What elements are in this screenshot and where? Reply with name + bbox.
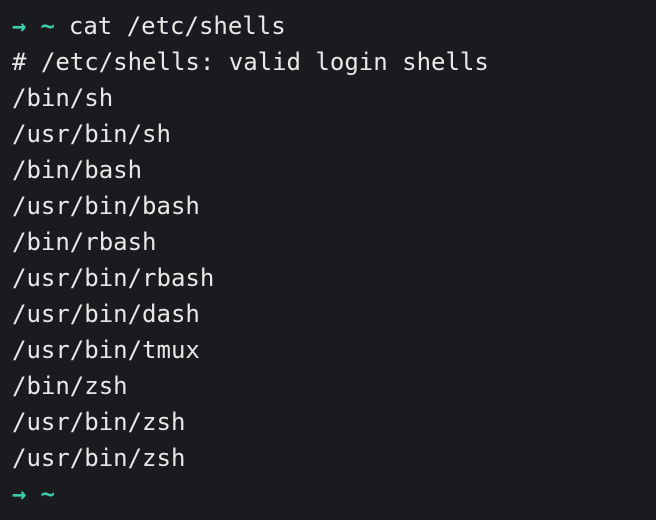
output-line: /bin/sh <box>12 80 644 116</box>
command-text: cat /etc/shells <box>69 8 286 44</box>
output-line: /bin/rbash <box>12 224 644 260</box>
prompt-line-2[interactable]: → ~ <box>12 476 644 512</box>
output-line: /usr/bin/zsh <box>12 440 644 476</box>
prompt-line-1[interactable]: → ~ cat /etc/shells <box>12 8 644 44</box>
output-line: /usr/bin/tmux <box>12 332 644 368</box>
output-line: /bin/bash <box>12 152 644 188</box>
output-line: /usr/bin/rbash <box>12 260 644 296</box>
output-line: /usr/bin/sh <box>12 116 644 152</box>
output-line: /usr/bin/dash <box>12 296 644 332</box>
prompt-arrow-icon: → <box>12 476 26 512</box>
prompt-arrow-icon: → <box>12 8 26 44</box>
output-line: /usr/bin/bash <box>12 188 644 224</box>
prompt-cwd: ~ <box>40 476 54 512</box>
prompt-cwd: ~ <box>40 8 54 44</box>
output-line: /usr/bin/zsh <box>12 404 644 440</box>
output-comment: # /etc/shells: valid login shells <box>12 44 644 80</box>
output-line: /bin/zsh <box>12 368 644 404</box>
